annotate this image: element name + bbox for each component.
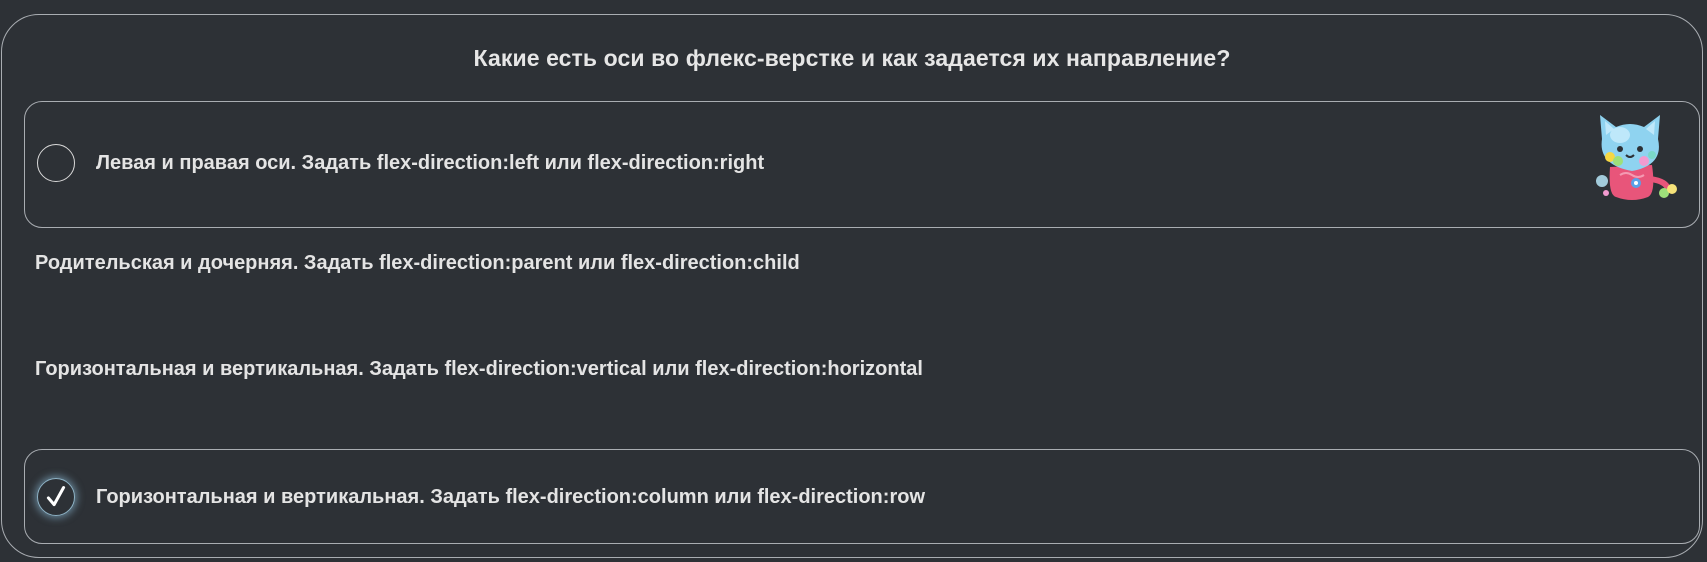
check-icon (46, 486, 66, 507)
quiz-card: Какие есть оси во флекс-верстке и как за… (1, 14, 1703, 558)
question-title: Какие есть оси во флекс-верстке и как за… (473, 45, 1231, 71)
answer-option-3[interactable]: Горизонтальная и вертикальная. Задать fl… (24, 339, 1700, 401)
answer-label: Горизонтальная и вертикальная. Задать fl… (96, 486, 925, 508)
answer-label: Левая и правая оси. Задать flex-directio… (96, 152, 765, 174)
answer-option-2[interactable]: Родительская и дочерняя. Задать flex-dir… (24, 234, 1700, 296)
radio-button[interactable] (37, 144, 75, 182)
radio-button-checked[interactable] (37, 478, 75, 516)
answer-label: Родительская и дочерняя. Задать flex-dir… (35, 252, 800, 274)
answer-option-1[interactable]: Левая и правая оси. Задать flex-directio… (24, 101, 1700, 228)
cat-mascot-icon (1596, 115, 1677, 200)
answer-option-4-selected[interactable]: Горизонтальная и вертикальная. Задать fl… (24, 449, 1700, 544)
answer-label: Горизонтальная и вертикальная. Задать fl… (35, 358, 923, 380)
